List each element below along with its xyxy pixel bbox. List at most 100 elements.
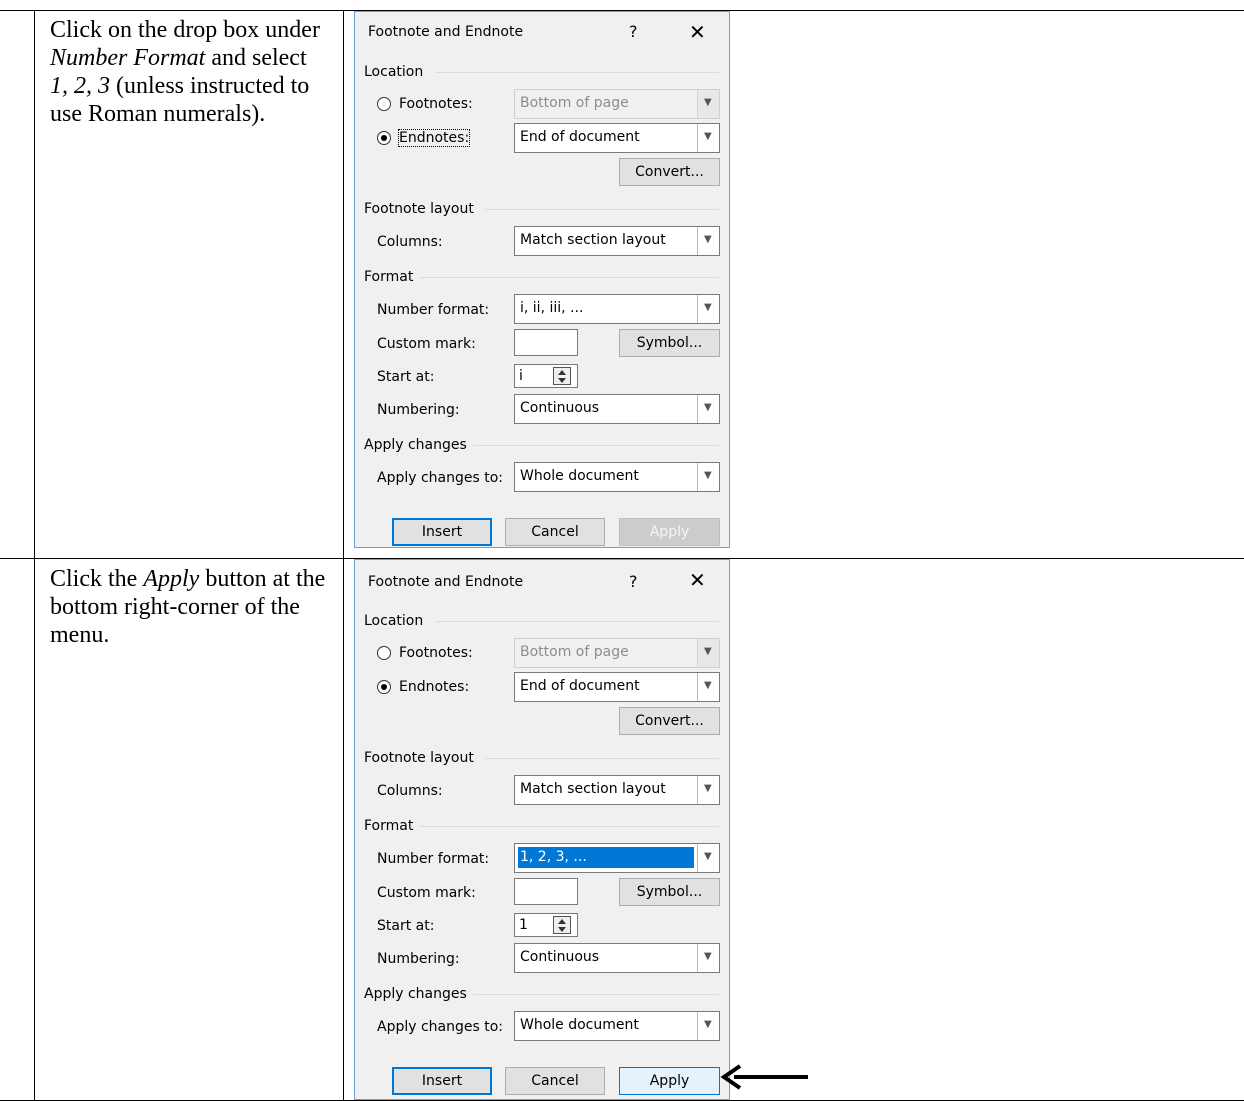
chevron-down-icon[interactable]: ▼: [697, 844, 719, 872]
chevron-down-icon[interactable]: ▼: [697, 776, 719, 804]
divider: [435, 72, 719, 73]
footnote-endnote-dialog-1: Footnote and Endnote ? ✕ Location Footno…: [354, 11, 730, 548]
divider: [485, 209, 719, 210]
columns-select[interactable]: Match section layout ▼: [514, 226, 720, 256]
endnotes-position-select[interactable]: End of document ▼: [514, 123, 720, 153]
stepper-value: i: [519, 368, 523, 384]
section-footnote-layout: Footnote layout: [364, 750, 474, 766]
apply-changes-to-select[interactable]: Whole document ▼: [514, 1011, 720, 1041]
select-value: Match section layout: [520, 781, 666, 797]
columns-label: Columns:: [377, 783, 443, 799]
chevron-down-icon[interactable]: ▼: [697, 673, 719, 701]
spin-arrows-icon[interactable]: [553, 916, 571, 934]
start-at-label: Start at:: [377, 918, 435, 934]
selected-number-format[interactable]: 1, 2, 3, ...: [517, 846, 695, 869]
close-icon[interactable]: ✕: [689, 20, 706, 44]
help-icon[interactable]: ?: [629, 572, 638, 591]
instruction-emphasis: Number Format: [50, 45, 206, 71]
cancel-button[interactable]: Cancel: [505, 1067, 605, 1095]
numbering-select[interactable]: Continuous ▼: [514, 394, 720, 424]
stepper-value: 1: [519, 917, 528, 933]
select-value: End of document: [520, 678, 640, 694]
convert-button[interactable]: Convert...: [619, 707, 720, 735]
select-value: End of document: [520, 129, 640, 145]
insert-button[interactable]: Insert: [392, 518, 492, 546]
section-format: Format: [364, 818, 414, 834]
custom-mark-label: Custom mark:: [377, 336, 476, 352]
spin-arrows-icon[interactable]: [553, 367, 571, 385]
footnotes-position-select: Bottom of page ▼: [514, 89, 720, 119]
footnotes-position-select: Bottom of page ▼: [514, 638, 720, 668]
chevron-down-icon[interactable]: ▼: [697, 1012, 719, 1040]
cancel-button[interactable]: Cancel: [505, 518, 605, 546]
chevron-down-icon[interactable]: ▼: [697, 395, 719, 423]
chevron-down-icon[interactable]: ▼: [697, 124, 719, 152]
numbering-label: Numbering:: [377, 402, 460, 418]
chevron-down-icon[interactable]: ▼: [697, 944, 719, 972]
columns-select[interactable]: Match section layout ▼: [514, 775, 720, 805]
footnotes-radio[interactable]: [377, 97, 391, 111]
apply-changes-to-label: Apply changes to:: [377, 1019, 504, 1035]
start-at-stepper[interactable]: 1: [514, 913, 578, 937]
select-value: 1, 2, 3, ...: [520, 849, 587, 865]
start-at-label: Start at:: [377, 369, 435, 385]
custom-mark-input[interactable]: [514, 329, 578, 356]
endnotes-radio[interactable]: [377, 131, 391, 145]
footnote-endnote-dialog-2: Footnote and Endnote ? ✕ Location Footno…: [354, 559, 730, 1100]
numbering-select[interactable]: Continuous ▼: [514, 943, 720, 973]
select-value: i, ii, iii, ...: [520, 300, 584, 316]
convert-button[interactable]: Convert...: [619, 158, 720, 186]
select-value: Whole document: [520, 468, 639, 484]
arrow-left-icon: [720, 1064, 808, 1090]
numbering-label: Numbering:: [377, 951, 460, 967]
select-value: Bottom of page: [520, 644, 629, 660]
start-at-stepper[interactable]: i: [514, 364, 578, 388]
divider: [473, 994, 719, 995]
select-value: Continuous: [520, 400, 600, 416]
select-value: Match section layout: [520, 232, 666, 248]
number-format-label: Number format:: [377, 302, 490, 318]
footnotes-label: Footnotes:: [399, 96, 473, 112]
apply-changes-to-select[interactable]: Whole document ▼: [514, 462, 720, 492]
chevron-down-icon[interactable]: ▼: [697, 295, 719, 323]
chevron-down-icon[interactable]: ▼: [697, 227, 719, 255]
instruction-text: Click on the drop box under: [50, 17, 320, 43]
apply-button[interactable]: Apply: [619, 1067, 720, 1095]
section-footnote-layout: Footnote layout: [364, 201, 474, 217]
close-icon[interactable]: ✕: [689, 568, 706, 592]
endnotes-position-select[interactable]: End of document ▼: [514, 672, 720, 702]
instruction-emphasis: 1, 2, 3: [50, 73, 110, 99]
select-value: Continuous: [520, 949, 600, 965]
insert-button[interactable]: Insert: [392, 1067, 492, 1095]
instruction-emphasis: Apply: [143, 566, 200, 592]
section-location: Location: [364, 64, 424, 80]
columns-label: Columns:: [377, 234, 443, 250]
divider: [485, 758, 719, 759]
chevron-down-icon[interactable]: ▼: [697, 463, 719, 491]
apply-button: Apply: [619, 518, 720, 546]
dialog-title: Footnote and Endnote: [368, 574, 524, 590]
table-column-divider: [343, 10, 344, 1101]
number-format-label: Number format:: [377, 851, 490, 867]
custom-mark-label: Custom mark:: [377, 885, 476, 901]
help-icon[interactable]: ?: [629, 22, 638, 41]
divider: [419, 277, 719, 278]
select-value: Whole document: [520, 1017, 639, 1033]
number-format-select[interactable]: 1, 2, 3, ... ▼: [514, 843, 720, 873]
divider: [435, 621, 719, 622]
endnotes-radio[interactable]: [377, 680, 391, 694]
select-value: Bottom of page: [520, 95, 629, 111]
dialog-title: Footnote and Endnote: [368, 24, 524, 40]
divider: [419, 826, 719, 827]
chevron-down-icon: ▼: [697, 90, 719, 118]
section-format: Format: [364, 269, 414, 285]
section-location: Location: [364, 613, 424, 629]
section-apply-changes: Apply changes: [364, 986, 467, 1002]
section-apply-changes: Apply changes: [364, 437, 467, 453]
footnotes-radio[interactable]: [377, 646, 391, 660]
custom-mark-input[interactable]: [514, 878, 578, 905]
number-format-select[interactable]: i, ii, iii, ... ▼: [514, 294, 720, 324]
chevron-down-icon: ▼: [697, 639, 719, 667]
symbol-button[interactable]: Symbol...: [619, 878, 720, 906]
symbol-button[interactable]: Symbol...: [619, 329, 720, 357]
